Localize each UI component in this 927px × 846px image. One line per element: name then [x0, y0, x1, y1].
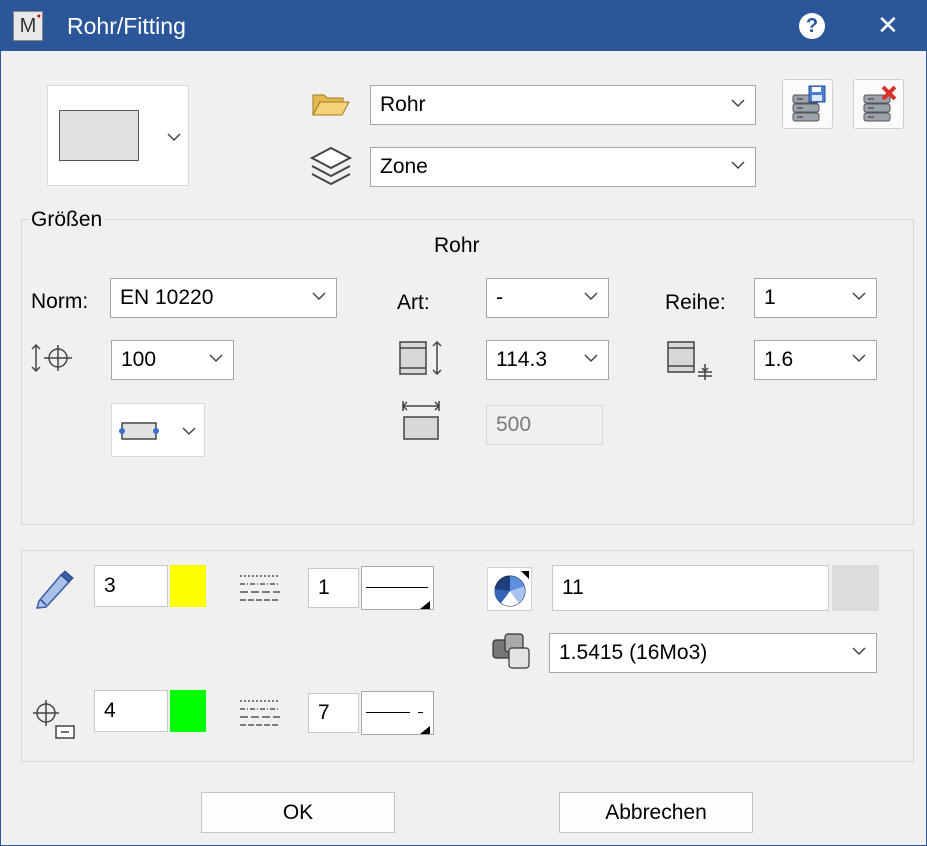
chevron-down-icon: [852, 647, 866, 656]
nominal-diameter-dropdown[interactable]: 100: [111, 340, 234, 380]
help-icon[interactable]: ?: [799, 13, 825, 39]
app-icon-letter: M: [19, 15, 37, 37]
layer-value: Zone: [380, 155, 428, 178]
chevron-down-icon: [731, 99, 745, 108]
center-line-type-picker[interactable]: [361, 691, 434, 735]
rectangle-shape-icon: [59, 110, 139, 161]
pen-number-input[interactable]: 3: [94, 565, 168, 607]
folder-open-icon[interactable]: [312, 91, 350, 117]
layer-number-color-swatch[interactable]: [832, 565, 879, 611]
art-value: -: [496, 286, 503, 309]
layer-number-value: 11: [562, 576, 584, 599]
length-icon: [401, 401, 441, 440]
center-pen-number-value: 4: [104, 699, 116, 722]
layer-dropdown[interactable]: Zone: [370, 147, 756, 187]
crosshair-pen-icon: [33, 700, 75, 739]
material-value: 1.5415 (16Mo3): [559, 641, 708, 664]
sizes-group-label: Größen: [29, 208, 105, 232]
nominal-diameter-icon: [31, 343, 72, 373]
dash-line-preview: [366, 712, 410, 713]
connection-point-icon: [119, 422, 159, 440]
center-pen-number-input[interactable]: 4: [94, 690, 168, 732]
pipe-section-title: Rohr: [434, 234, 480, 257]
database-save-icon: [792, 85, 826, 122]
preset-value: Rohr: [380, 93, 426, 116]
chevron-down-icon: [731, 161, 745, 170]
pen-number-value: 3: [104, 574, 116, 597]
pen-color-swatch[interactable]: [170, 565, 206, 607]
color-wheel-icon: [494, 571, 529, 607]
chevron-down-icon: [584, 292, 598, 301]
cancel-button[interactable]: Abbrechen: [559, 792, 753, 833]
chevron-down-icon: [312, 292, 326, 301]
line-type-icon: [240, 575, 280, 601]
line-type-number-input[interactable]: 1: [308, 568, 359, 608]
nominal-diameter-value: 100: [121, 348, 157, 371]
pen-icon: [35, 570, 74, 609]
solid-line-preview: [366, 587, 428, 588]
wall-thickness-value: 1.6: [764, 348, 794, 371]
norm-value: EN 10220: [120, 286, 214, 309]
reihe-label: Reihe:: [665, 291, 726, 314]
chevron-down-icon: [852, 354, 866, 363]
delete-preset-button[interactable]: [853, 79, 904, 129]
save-preset-button[interactable]: [782, 79, 833, 129]
wall-thickness-icon: [667, 341, 712, 380]
material-icon: [492, 633, 530, 669]
chevron-down-icon: [584, 354, 598, 363]
norm-dropdown[interactable]: EN 10220: [110, 278, 337, 318]
reihe-value: 1: [764, 286, 776, 309]
chevron-down-icon: [167, 133, 181, 142]
close-icon[interactable]: ✕: [877, 10, 899, 40]
center-line-type-number-value: 7: [318, 701, 330, 724]
corner-arrow-icon: [420, 601, 430, 609]
preset-dropdown[interactable]: Rohr: [370, 85, 756, 125]
wall-thickness-dropdown[interactable]: 1.6: [754, 340, 877, 380]
rohr-fitting-dialog: M ● Rohr/Fitting ? ✕ Rohr Zone Größen Ro…: [0, 0, 927, 846]
shape-selector[interactable]: [47, 85, 189, 186]
database-delete-icon: [863, 85, 897, 122]
ok-button[interactable]: OK: [201, 792, 395, 833]
layer-number-input[interactable]: 11: [552, 565, 829, 611]
center-line-type-icon: [240, 700, 280, 726]
line-type-picker[interactable]: [361, 566, 434, 610]
app-icon: M ●: [13, 11, 43, 41]
chevron-down-icon: [182, 427, 196, 436]
line-type-number-value: 1: [318, 576, 330, 599]
outer-diameter-dropdown[interactable]: 114.3: [486, 340, 609, 380]
center-line-type-number-input[interactable]: 7: [308, 693, 359, 733]
chevron-down-icon: [209, 354, 223, 363]
connection-type-selector[interactable]: [111, 403, 205, 457]
center-pen-color-swatch[interactable]: [170, 690, 206, 732]
material-dropdown[interactable]: 1.5415 (16Mo3): [549, 633, 877, 673]
window-title: Rohr/Fitting: [67, 13, 186, 39]
layer-number-button[interactable]: [487, 567, 532, 611]
art-label: Art:: [397, 291, 430, 314]
art-dropdown[interactable]: -: [486, 278, 609, 318]
outer-diameter-icon: [399, 340, 442, 376]
chevron-down-icon: [852, 292, 866, 301]
norm-label: Norm:: [31, 290, 89, 313]
outer-diameter-value: 114.3: [496, 348, 547, 371]
layers-icon[interactable]: [309, 145, 353, 187]
length-field: 500: [486, 405, 603, 445]
corner-arrow-icon: [420, 726, 430, 734]
title-bar[interactable]: M ● Rohr/Fitting ? ✕: [1, 1, 926, 51]
length-value: 500: [496, 413, 532, 436]
reihe-dropdown[interactable]: 1: [754, 278, 877, 318]
